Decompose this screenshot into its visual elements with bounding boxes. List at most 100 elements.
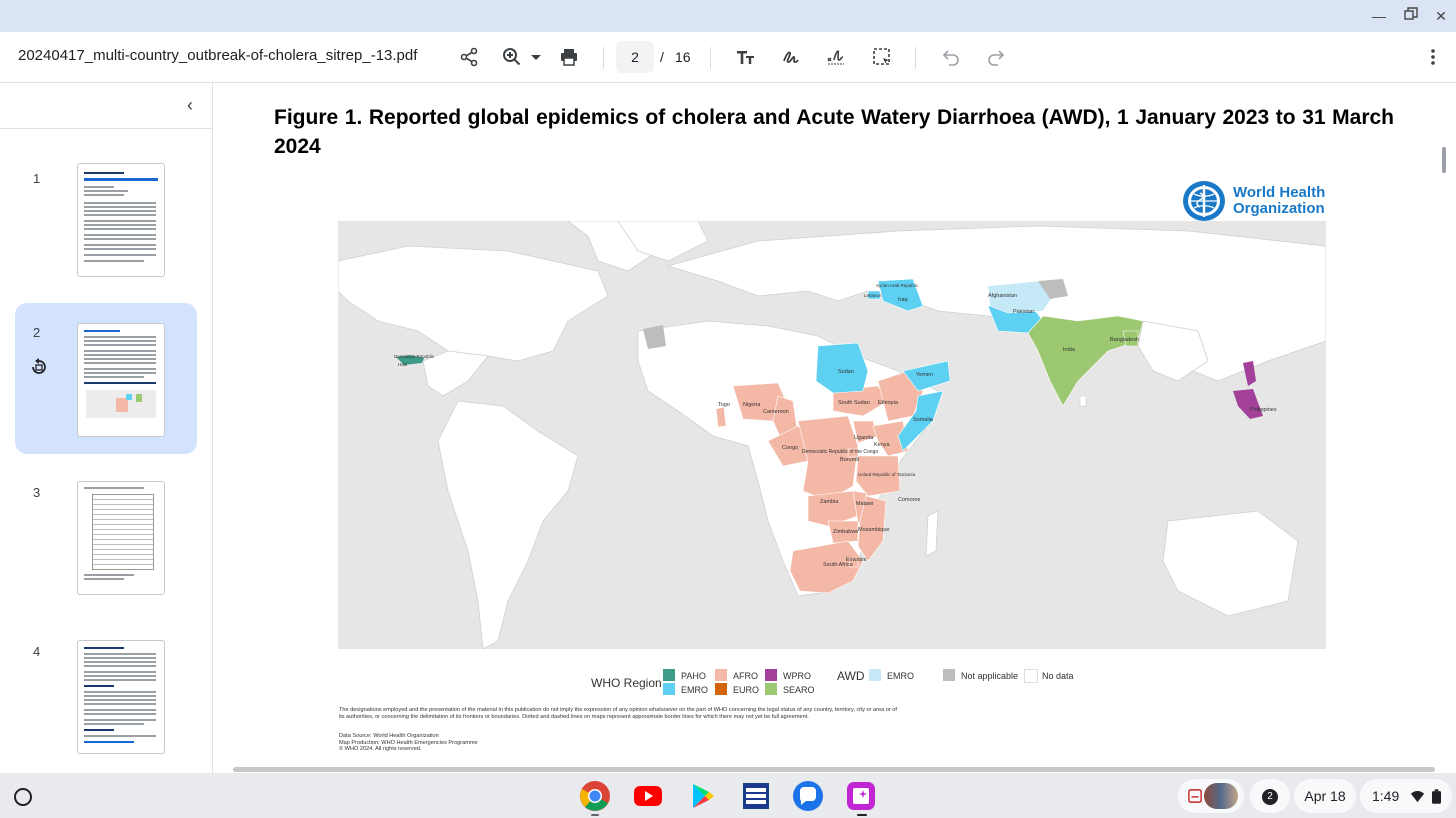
map-label: South Sudan [838,400,870,406]
map-label: Cameroon [763,409,789,415]
map-label: Yemen [916,372,933,378]
map-label: Uganda [854,435,874,441]
map-label: Comoros [898,497,921,503]
legend-title: WHO Region [591,676,662,690]
draw-icon[interactable] [779,45,803,69]
legend-swatch-paho [663,669,675,681]
thumbnail-number: 4 [33,644,41,659]
select-area-icon[interactable] [870,45,894,69]
thumbnail-page-4[interactable]: 4 [15,630,197,773]
map-label: Sudan [838,369,854,375]
legend-label: EMRO [681,685,708,695]
horizontal-scrollbar[interactable] [233,767,1435,772]
messages-app-icon[interactable] [792,780,824,812]
world-map: Sudan Yemen Somalia Ethiopia South Sudan… [338,221,1326,649]
thumbnail-sidebar: ‹ 1 2 3 4 [0,83,213,773]
rotate-icon[interactable] [29,357,49,377]
who-emblem-icon [1183,181,1225,221]
thumbnail-page-3[interactable]: 3 [15,471,197,622]
share-icon[interactable] [457,45,481,69]
map-label: Zimbabwe [833,529,858,535]
map-label: Democratic Republic of the Congo [802,449,878,455]
launcher-button[interactable] [14,788,32,806]
text-annotation-icon[interactable] [734,45,758,69]
tray-date[interactable]: Apr 18 [1294,779,1356,813]
thumbnail-number: 2 [33,325,41,340]
figure-title: Figure 1. Reported global epidemics of c… [274,106,1394,158]
legend-label: WPRO [783,671,811,681]
map-label: Congo [782,445,798,451]
legend-label: PAHO [681,671,706,681]
zoom-icon[interactable] [500,45,524,69]
copyright-line: © WHO 2024. All rights reserved. [339,746,422,752]
map-label: India [1063,347,1076,353]
map-label: Somalia [913,417,934,423]
print-icon[interactable] [557,45,581,69]
map-label: Kenya [874,442,891,448]
youtube-app-icon[interactable] [632,780,664,812]
map-label: Nigeria [743,402,761,408]
map-label: Bangladesh [1110,337,1139,343]
map-label: Eswatini [846,557,866,563]
map-label: Dominican Republic [394,354,435,359]
map-label: Philippines [1250,407,1277,413]
legend-label: SEARO [783,685,815,695]
tray-holding-space[interactable] [1178,779,1244,813]
legend-swatch-afro [715,669,727,681]
active-indicator [857,814,867,816]
page-thumbnail-image [77,640,165,754]
pdf-toolbar: 20240417_multi-country_outbreak-of-chole… [0,32,1456,83]
toolbar-divider [710,47,711,69]
notification-count: 2 [1262,789,1278,805]
thumbnail-number: 3 [33,485,41,500]
map-label: Ethiopia [878,400,899,406]
toolbar-divider [603,47,604,69]
clock-time: 1:49 [1372,788,1400,804]
page-thumbnail-image [77,323,165,437]
document-title: 20240417_multi-country_outbreak-of-chole… [18,47,418,64]
legend-awd-title: AWD [837,669,865,683]
toolbar-divider [915,47,916,69]
play-store-app-icon[interactable] [686,780,718,812]
who-logo: World Health Organization [1181,179,1326,223]
pdf-viewport[interactable]: Figure 1. Reported global epidemics of c… [213,83,1456,773]
vertical-scrollbar[interactable] [1442,147,1446,173]
map-label: Togo [718,402,730,408]
legend-swatch-euro [715,683,727,695]
chrome-app-icon[interactable] [579,780,611,812]
minimize-icon[interactable]: — [1368,6,1390,26]
more-options-icon[interactable] [1421,45,1445,69]
legend-label: AFRO [733,671,759,681]
legend-swatch-awd-emro [869,669,881,681]
thumbnail-page-2[interactable]: 2 [15,303,197,454]
page-number-input[interactable]: 2 [616,41,654,73]
undo-icon[interactable] [939,45,963,69]
weather-channel-app-icon[interactable] [740,780,772,812]
gallery-app-icon[interactable] [845,780,877,812]
close-icon[interactable]: ✕ [1430,6,1452,26]
map-label: Iraq [898,297,907,303]
legend-swatch-searo [765,683,777,695]
map-label: Haiti [398,362,407,367]
wifi-icon [1410,791,1425,803]
signature-icon[interactable] [824,45,848,69]
legend-label: Not applicable [961,671,1019,681]
map-label: Syrian Arab Republic [876,283,919,288]
page-separator: / [660,49,664,65]
tray-thumbnail-image [1204,783,1238,809]
legend-swatch-wpro [765,669,777,681]
map-label: United Republic of Tanzania [858,472,916,477]
collapse-sidebar-icon[interactable]: ‹ [180,95,200,115]
map-label: Mozambique [858,527,890,533]
zoom-dropdown-icon[interactable] [524,45,548,69]
map-label: Malawi [856,501,873,507]
restore-icon[interactable] [1400,6,1422,26]
map-source: Data Source: World Health Organization M… [339,733,639,753]
page-thumbnail-image [77,481,165,595]
legend-label: No data [1042,671,1074,681]
redo-icon[interactable] [984,45,1008,69]
page-thumbnail-image [77,163,165,277]
thumbnail-page-1[interactable]: 1 [15,153,197,304]
who-logo-line-2: Organization [1233,200,1325,217]
tray-status[interactable]: 1:49 [1360,779,1452,813]
